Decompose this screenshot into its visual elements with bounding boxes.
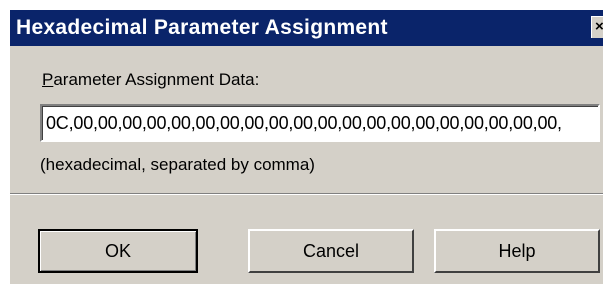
hex-param-dialog: Hexadecimal Parameter Assignment × Param…: [8, 8, 603, 284]
label-accelerator: P: [42, 70, 54, 89]
cancel-button[interactable]: Cancel: [248, 229, 414, 273]
format-hint: (hexadecimal, separated by comma): [40, 155, 315, 174]
label-text: arameter Assignment Data:: [53, 70, 260, 89]
window-title: Hexadecimal Parameter Assignment: [16, 16, 388, 39]
param-data-value: 0C,00,00,00,00,00,00,00,00,00,00,00,00,0…: [46, 113, 562, 133]
param-data-input[interactable]: 0C,00,00,00,00,00,00,00,00,00,00,00,00,0…: [40, 104, 600, 142]
help-button[interactable]: Help: [434, 229, 600, 273]
title-bar[interactable]: Hexadecimal Parameter Assignment ×: [10, 10, 603, 46]
separator-line: [10, 193, 603, 195]
ok-button[interactable]: OK: [38, 229, 198, 273]
close-icon: ×: [595, 18, 603, 35]
param-data-label: Parameter Assignment Data:: [42, 70, 259, 90]
close-button[interactable]: ×: [591, 16, 603, 38]
